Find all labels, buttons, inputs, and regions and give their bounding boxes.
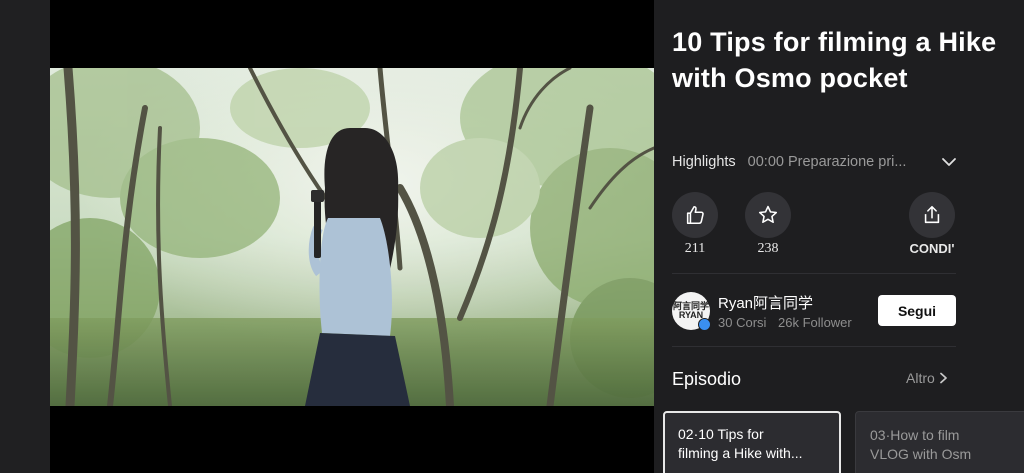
episode-card[interactable]: 03·How to film VLOG with Osm <box>855 411 1024 473</box>
episode-card-active[interactable]: 02·10 Tips for filming a Hike with... <box>663 411 841 473</box>
chevron-right-icon <box>939 372 947 384</box>
verified-badge-icon <box>698 318 711 331</box>
thumbs-up-icon <box>686 205 704 225</box>
info-panel: 10 Tips for filming a Hike with Osmo poc… <box>654 0 1024 473</box>
episode-card-line1: 02·10 Tips for <box>678 426 764 442</box>
favorite-button[interactable] <box>745 192 791 238</box>
like-count: 211 <box>684 241 706 256</box>
episodes-more-link[interactable]: Altro <box>906 370 948 386</box>
creator-followers: 26k Follower <box>778 315 852 330</box>
chevron-down-icon[interactable] <box>941 155 957 169</box>
highlights-row[interactable]: Highlights 00:00 Preparazione pri... <box>672 152 962 172</box>
video-frame[interactable] <box>50 68 654 406</box>
video-still-image <box>50 68 654 406</box>
avatar[interactable]: 阿言同学 RYAN <box>672 292 711 331</box>
like-button[interactable] <box>672 192 718 238</box>
highlights-label: Highlights <box>672 154 736 170</box>
creator-name[interactable]: Ryan阿言同学 <box>718 292 813 313</box>
episodes-more-label: Altro <box>906 370 935 386</box>
star-icon <box>758 205 778 224</box>
share-label: CONDI' <box>909 241 955 256</box>
favorite-action: 238 <box>745 192 791 257</box>
favorite-count: 238 <box>757 241 779 256</box>
highlights-text: 00:00 Preparazione pri... <box>747 154 907 170</box>
follow-button[interactable]: Segui <box>878 295 956 326</box>
video-title: 10 Tips for filming a Hike with Osmo poc… <box>672 27 997 93</box>
divider <box>672 273 956 274</box>
creator-courses: 30 Corsi <box>718 315 767 330</box>
divider <box>672 346 956 347</box>
episode-card-line2: VLOG with Osm <box>870 446 972 462</box>
share-action: CONDI' <box>909 192 955 256</box>
creator-stats: 30 Corsi 26k Follower <box>718 315 860 330</box>
episode-card-line1: 03·How to film <box>870 427 960 443</box>
share-button[interactable] <box>909 192 955 238</box>
episode-card-line2: filming a Hike with... <box>678 445 803 461</box>
share-icon <box>924 205 940 224</box>
like-action: 211 <box>672 192 718 257</box>
episodes-heading: Episodio <box>672 369 742 389</box>
